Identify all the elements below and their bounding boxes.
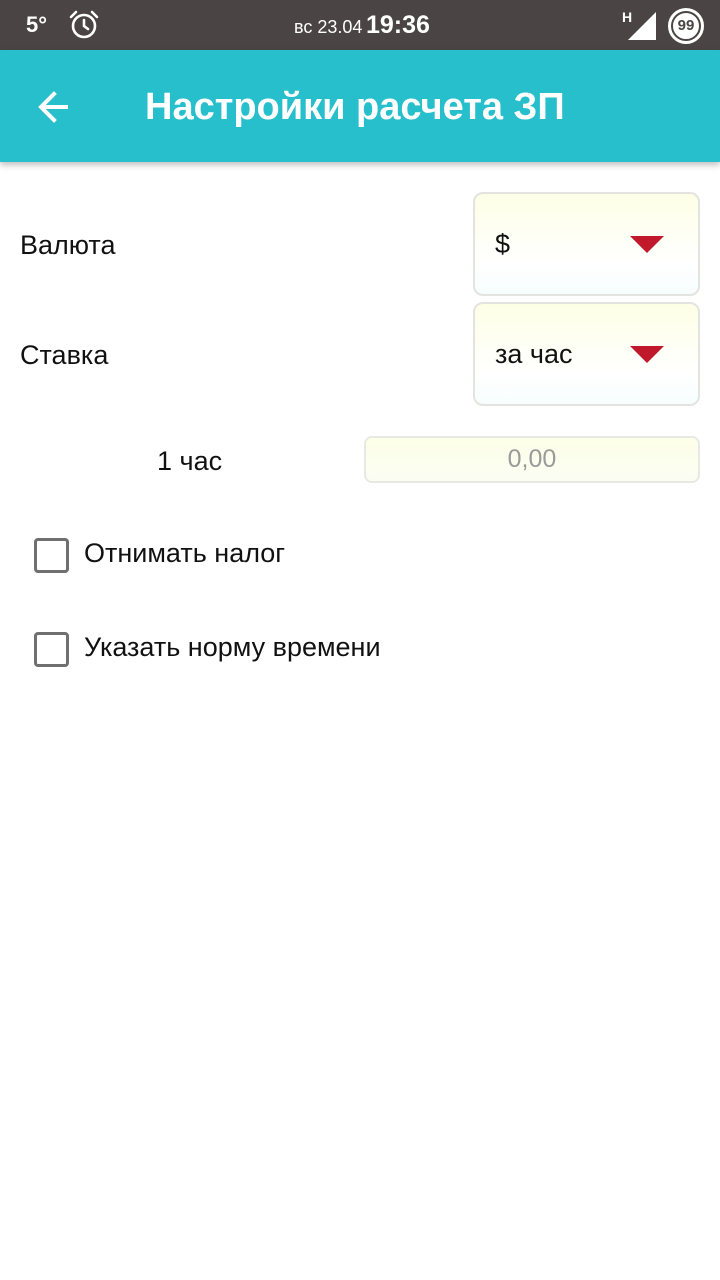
rate-select[interactable]: за час xyxy=(473,302,700,406)
dropdown-arrow-icon xyxy=(630,236,664,253)
time-norm-label: Указать норму времени xyxy=(84,632,381,662)
battery-icon: 99 xyxy=(668,8,704,44)
currency-label: Валюта xyxy=(20,230,116,260)
time-norm-checkbox-row[interactable]: Указать норму времени xyxy=(34,629,434,669)
currency-select[interactable]: $ xyxy=(473,192,700,296)
rate-label: Ставка xyxy=(20,340,109,370)
back-arrow-icon[interactable] xyxy=(30,84,80,130)
status-bar: 5° вс 23.04 19:36 H 99 xyxy=(0,0,720,50)
battery-level: 99 xyxy=(671,11,701,41)
temperature-indicator: 5° xyxy=(26,12,48,37)
dropdown-arrow-icon xyxy=(630,346,664,363)
status-date: вс 23.04 xyxy=(294,17,363,37)
currency-selected-value: $ xyxy=(495,229,511,259)
amount-input[interactable]: 0,00 xyxy=(364,436,700,483)
status-time: 19:36 xyxy=(366,11,430,39)
subtract-tax-checkbox[interactable] xyxy=(34,538,69,573)
network-type-label: H xyxy=(622,9,632,25)
app-bar: Настройки расчета ЗП xyxy=(0,50,720,162)
rate-selected-value: за час xyxy=(495,339,573,369)
time-norm-checkbox[interactable] xyxy=(34,632,69,667)
cell-signal-icon: H xyxy=(622,9,656,40)
page-title: Настройки расчета ЗП xyxy=(145,86,565,128)
alarm-icon xyxy=(69,10,99,39)
subtract-tax-label: Отнимать налог xyxy=(84,538,286,568)
amount-label: 1 час xyxy=(157,446,223,476)
subtract-tax-checkbox-row[interactable]: Отнимать налог xyxy=(34,535,354,575)
